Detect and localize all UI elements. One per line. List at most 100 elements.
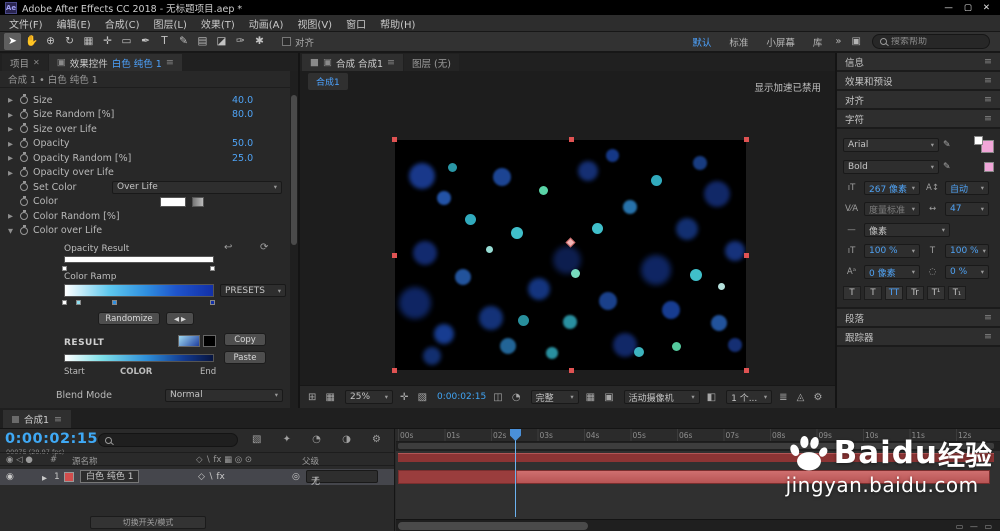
color-stop[interactable] [76, 300, 81, 305]
timeline-search[interactable] [98, 433, 238, 447]
expand-icon[interactable]: ▶ [8, 212, 18, 220]
paste-button[interactable]: Paste [224, 351, 266, 364]
menu-item[interactable]: 合成(C) [98, 15, 147, 32]
help-search-input[interactable] [891, 36, 971, 47]
parent-pickwhip-icon[interactable]: ◎ [292, 472, 300, 482]
eyedropper-icon[interactable]: ✎ [943, 140, 951, 150]
help-search[interactable] [872, 34, 990, 49]
viewer-toolbar-icons-e[interactable]: ◧ [707, 392, 719, 403]
text-style-button[interactable]: Tr [906, 286, 924, 300]
roto-brush-tool[interactable]: ✑ [232, 33, 249, 50]
panel-menu-icon[interactable]: ≡ [984, 75, 992, 86]
font-style-select[interactable]: Bold ▾ [843, 160, 939, 174]
viewer-toolbar-icons-f[interactable]: ≣ ◬ ⚙ [779, 392, 825, 403]
vertical-scrollbar[interactable] [290, 71, 298, 408]
stopwatch-icon[interactable] [20, 210, 28, 221]
viewer-toolbar-icons-c[interactable]: ◫ ◔ [493, 392, 523, 403]
toggle-switches-modes-button[interactable]: 切换开关/模式 [90, 516, 206, 529]
panel-menu-icon[interactable]: ≡ [387, 57, 395, 68]
expand-icon[interactable]: ▶ [8, 154, 18, 162]
snap-checkbox[interactable] [282, 37, 291, 46]
randomize-button[interactable]: Randomize [98, 312, 160, 325]
tab-layer[interactable]: 图层 (无) [404, 54, 459, 71]
stopwatch-icon[interactable] [20, 166, 28, 177]
viewer-comp-tab[interactable]: 合成1 [308, 73, 348, 90]
layer-row[interactable]: ◉ ▶ 1 白色 纯色 1 ◇ ∖ fx ◎ 无 ▾ [0, 469, 394, 487]
rotation-tool[interactable]: ↻ [61, 33, 78, 50]
font-family-select[interactable]: Arial ▾ [843, 137, 939, 152]
brush-tool[interactable]: ✎ [175, 33, 192, 50]
workspace-tab[interactable]: 小屏幕 [758, 33, 803, 51]
color-stop[interactable] [210, 300, 215, 305]
transform-handle[interactable] [568, 368, 574, 373]
transform-handle[interactable] [392, 368, 397, 373]
stopwatch-icon[interactable] [20, 123, 28, 134]
panel-effects-presets[interactable]: 效果和预设 ≡ [837, 72, 1000, 91]
tsume-select[interactable]: 0 % ▾ [945, 265, 989, 279]
color-ramp-bar[interactable] [64, 284, 214, 297]
copy-button[interactable]: Copy [224, 333, 266, 346]
panel-tracker[interactable]: 跟踪器 ≡ [837, 328, 1000, 347]
panel-menu-icon[interactable]: ≡ [984, 56, 992, 67]
property-value[interactable]: 40.0 [232, 95, 253, 106]
tab-timeline-comp[interactable]: 合成1 ≡ [3, 410, 72, 428]
menu-item[interactable]: 窗口 [339, 15, 373, 32]
workspace-tab[interactable]: 库 [805, 33, 831, 51]
eyedropper-icon[interactable]: ✎ [943, 162, 951, 172]
workspace-tab[interactable]: 默认 [684, 33, 719, 51]
shape-tool[interactable]: ▭ [118, 33, 135, 50]
presets-select[interactable]: PRESETS ▾ [220, 284, 286, 297]
menu-item[interactable]: 帮助(H) [373, 15, 422, 32]
menu-item[interactable]: 图层(L) [146, 15, 193, 32]
eyedropper-swatch[interactable] [192, 196, 204, 207]
tracking-select[interactable]: 47 ▾ [945, 202, 989, 216]
timeline-option-icons[interactable]: ▧ ✦ ◔ ◑ ⚙ [252, 434, 390, 445]
text-style-button[interactable]: T₁ [948, 286, 966, 300]
opacity-stop[interactable] [62, 266, 67, 271]
stopwatch-icon[interactable] [20, 137, 28, 148]
pan-behind-tool[interactable]: ✛ [99, 33, 116, 50]
property-value[interactable]: 25.0 [232, 153, 253, 164]
tab-effect-controls[interactable]: ▣ 效果控件 白色 纯色 1 ≡ [48, 54, 182, 71]
clone-stamp-tool[interactable]: ▤ [194, 33, 211, 50]
tab-project[interactable]: 项目 ✕ [2, 54, 48, 71]
scrollbar-thumb[interactable] [398, 522, 588, 530]
transform-handle[interactable] [392, 137, 397, 142]
color-stop[interactable] [112, 300, 117, 305]
menu-item[interactable]: 动画(A) [242, 15, 291, 32]
maximize-button[interactable]: ▢ [964, 3, 972, 13]
kerning-select[interactable]: 度量标准 ▾ [864, 202, 920, 216]
opacity-stop[interactable] [210, 266, 215, 271]
panel-align[interactable]: 对齐 ≡ [837, 91, 1000, 110]
menu-item[interactable]: 编辑(E) [50, 15, 98, 32]
transform-handle[interactable] [744, 368, 749, 373]
column-parent[interactable]: 父级 [302, 455, 319, 467]
selection-tool[interactable]: ➤ [4, 33, 21, 50]
font-size-select[interactable]: 267 像素 ▾ [864, 181, 920, 195]
fill-stroke-swatches[interactable] [974, 136, 994, 153]
transform-handle[interactable] [568, 137, 574, 142]
menu-item[interactable]: 视图(V) [290, 15, 339, 32]
transform-handle[interactable] [392, 253, 397, 258]
workspace-tab[interactable]: 标准 [721, 33, 756, 51]
highlight-swatch[interactable] [984, 162, 994, 172]
panel-character[interactable]: 字符 ≡ [837, 110, 1000, 129]
expand-icon[interactable]: ▶ [8, 111, 18, 119]
stopwatch-icon[interactable] [20, 181, 28, 192]
close-icon[interactable]: ✕ [33, 58, 40, 67]
collapse-icon[interactable]: ▼ [8, 227, 18, 235]
workspace-icon[interactable]: ▣ [847, 36, 866, 47]
close-button[interactable]: ✕ [983, 3, 990, 13]
panel-menu-icon[interactable]: ≡ [984, 113, 992, 124]
layer-switch-icons[interactable]: ◇ ∖ fx [198, 472, 225, 482]
parent-select[interactable]: 无 ▾ [306, 470, 378, 487]
menu-item[interactable]: 效果(T) [194, 15, 242, 32]
baseline-shift-select[interactable]: 0 像素 ▾ [864, 265, 920, 279]
stopwatch-icon[interactable] [20, 152, 28, 163]
expand-icon[interactable]: ▶ [8, 140, 18, 148]
panel-info[interactable]: 信息 ≡ [837, 53, 1000, 72]
panel-paragraph[interactable]: 段落 ≡ [837, 309, 1000, 328]
tab-composition[interactable]: ■ ▣ 合成 合成1 ≡ [302, 54, 404, 71]
panel-menu-icon[interactable]: ≡ [984, 331, 992, 342]
prev-next-button[interactable]: ◀ ▶ [166, 312, 194, 325]
